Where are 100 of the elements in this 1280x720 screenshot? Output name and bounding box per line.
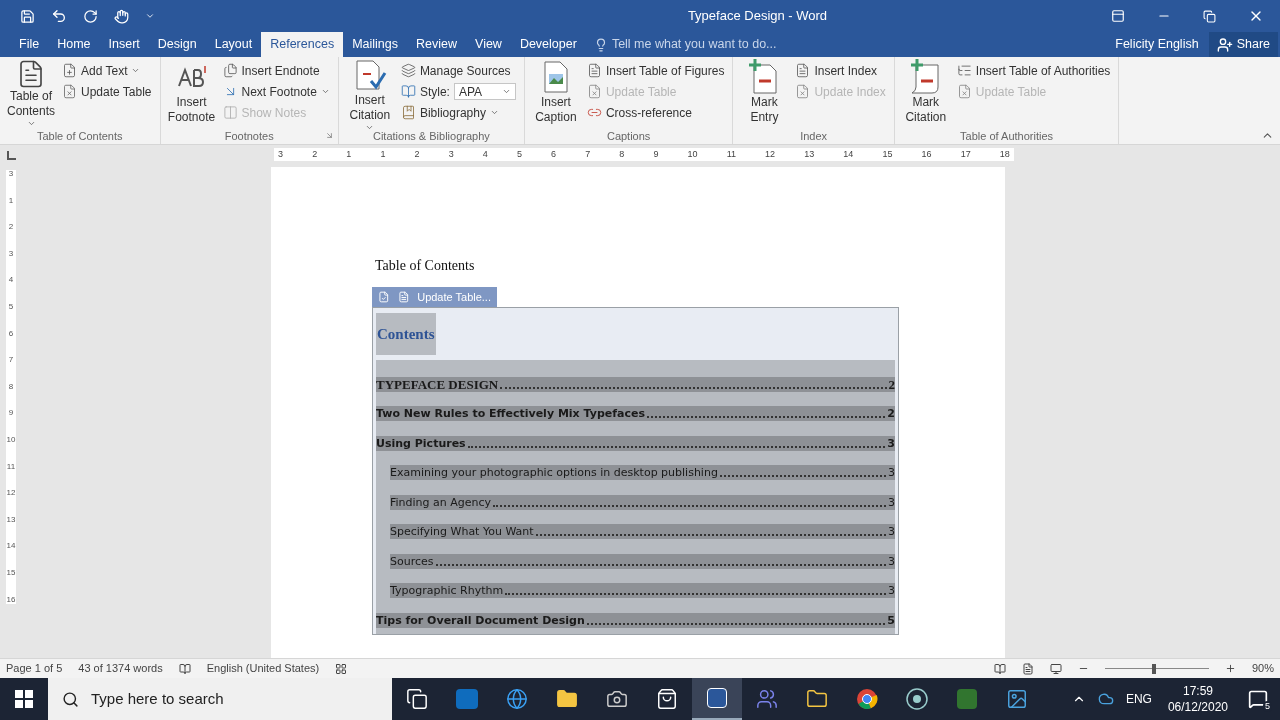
touch-mode-icon[interactable]	[114, 8, 129, 24]
save-icon[interactable]	[20, 8, 35, 24]
ruler-number: 2	[414, 150, 420, 159]
toc-entry-title[interactable]: Using Pictures	[376, 435, 466, 451]
ruler-number: 5	[516, 150, 522, 159]
ruler-number: 1	[8, 196, 14, 205]
toc-entry-title[interactable]: Specifying What You Want	[390, 524, 534, 539]
group-label: Captions	[606, 128, 651, 144]
ribbon-tab[interactable]: Layout	[205, 32, 262, 57]
zoom-thumb[interactable]	[1151, 663, 1156, 674]
restore-icon[interactable]	[1203, 9, 1216, 23]
group-label: Table of Authorities	[960, 128, 1054, 144]
ribbon-button[interactable]: Update Table	[62, 81, 152, 102]
undo-icon[interactable]	[51, 8, 67, 24]
read-mode-icon[interactable]	[993, 662, 1006, 675]
notifications-icon[interactable]	[1248, 689, 1268, 709]
ruler-number: 7	[585, 150, 591, 159]
ribbon-tab[interactable]: Insert	[99, 32, 149, 57]
ribbon-large-button[interactable]: Mark Entry	[737, 59, 792, 128]
document-icon	[397, 291, 410, 303]
ribbon-display-icon[interactable]	[1111, 9, 1125, 23]
user-name[interactable]: Felicity English	[1115, 32, 1199, 57]
toc-page-number: 3	[888, 465, 895, 480]
toc-entry-title[interactable]: Tips for Overall Document Design	[376, 612, 585, 628]
word-count[interactable]: 43 of 1374 words	[78, 660, 163, 677]
ruler-number: 10	[6, 435, 16, 444]
ribbon-tab[interactable]: Design	[148, 32, 206, 57]
ribbon-tab[interactable]: Home	[48, 32, 100, 57]
ruler-number: 11	[6, 462, 16, 471]
taskbar-app[interactable]	[692, 678, 742, 720]
taskbar-search-field[interactable]: Type here to search	[48, 678, 392, 720]
ribbon-button[interactable]: Insert Table of Figures	[586, 60, 725, 81]
ribbon-button[interactable]: Cross-reference	[586, 102, 725, 123]
ruler-number: 15	[882, 150, 893, 159]
zoom-in-icon[interactable]	[1224, 663, 1236, 674]
style-dropdown[interactable]: APA	[453, 83, 516, 100]
toc-entry-title[interactable]: Finding an Agency	[390, 494, 492, 510]
ribbon-button[interactable]: Bibliography	[400, 102, 516, 123]
ribbon-tab[interactable]: View	[466, 32, 511, 57]
tab-selector-icon[interactable]	[6, 151, 16, 160]
toc-control[interactable]	[372, 307, 899, 635]
ruler-number: 15	[6, 568, 16, 577]
clock-time[interactable]: 17:59	[1182, 683, 1213, 699]
toc-page-number: 3	[888, 494, 895, 510]
figures-icon	[586, 63, 602, 78]
input-language[interactable]: ENG	[1125, 690, 1152, 708]
ruler-number: 2	[312, 150, 318, 159]
redo-icon[interactable]	[83, 8, 98, 24]
toc-entry-title[interactable]: Typographic Rhythm	[390, 583, 504, 598]
web-layout-icon[interactable]	[1049, 662, 1062, 675]
clock-date[interactable]: 06/12/2020	[1167, 699, 1228, 715]
ruler-number: 13	[6, 515, 16, 524]
print-layout-icon[interactable]	[1021, 662, 1034, 675]
ribbon-tab[interactable]: References	[261, 32, 344, 57]
person-add-icon	[1216, 36, 1233, 53]
ribbon-button[interactable]: Add Text	[62, 60, 152, 81]
ribbon-large-button[interactable]: Table of Contents	[4, 59, 58, 128]
ribbon-tab[interactable]: File	[10, 32, 49, 57]
ribbon-button[interactable]: Insert Table of Authorities	[956, 60, 1111, 81]
ribbon-button[interactable]: Insert Endnote	[222, 60, 330, 81]
browser-icon	[506, 688, 528, 710]
group-label: Index	[800, 128, 828, 144]
page-count[interactable]: Page 1 of 5	[6, 660, 63, 677]
zoom-slider[interactable]	[1104, 663, 1209, 674]
ribbon-large-button[interactable]: Insert Citation	[342, 59, 397, 128]
ruler-number: 11	[726, 150, 736, 159]
customize-caret-icon[interactable]	[145, 11, 155, 21]
macro-icon[interactable]	[335, 662, 348, 675]
language-status[interactable]: English (United States)	[206, 660, 320, 677]
ruler-number: 5	[8, 302, 14, 311]
start-icon[interactable]	[15, 690, 33, 708]
ribbon-large-button[interactable]: Insert Caption	[528, 59, 583, 128]
ruler-number: 14	[6, 542, 16, 551]
ruler-number: 10	[687, 150, 698, 159]
ruler-number: 4	[8, 276, 14, 285]
ribbon-large-button[interactable]: Insert Footnote	[164, 59, 219, 128]
ribbon-tab[interactable]: Review	[407, 32, 466, 57]
ribbon-button[interactable]: Manage Sources	[400, 60, 516, 81]
tell-me-field[interactable]: Tell me what you want to do...	[611, 35, 832, 54]
ribbon-tab[interactable]: Mailings	[343, 32, 407, 57]
ruler-number: 3	[8, 249, 14, 258]
toc-entry-title[interactable]: Examining your photographic options in desktop publishing	[390, 465, 718, 480]
style-label: Style:	[419, 83, 450, 101]
toc-page-number: 5	[887, 612, 895, 628]
cloud-icon[interactable]	[1097, 691, 1114, 707]
toc-entry-title[interactable]: Sources	[390, 553, 434, 569]
ribbon-tab[interactable]: Developer	[510, 32, 586, 57]
ribbon-button[interactable]: Next Footnote	[222, 81, 330, 102]
dialog-launcher-icon[interactable]	[324, 131, 334, 140]
ribbon-button[interactable]: Insert Index	[795, 60, 886, 81]
ruler-number: 8	[8, 382, 14, 391]
proofing-icon[interactable]	[178, 662, 191, 675]
zoom-percent[interactable]: 90%	[1251, 660, 1274, 677]
toc-entry-title[interactable]: Two New Rules to Effectively Mix Typefaces	[376, 406, 645, 421]
toc-entry-title[interactable]: TYPEFACE DESIGN	[376, 376, 499, 392]
document-heading: Table of Contents	[375, 257, 476, 275]
toc-page-number: 3	[887, 435, 895, 451]
share-button[interactable]: Share	[1208, 32, 1278, 57]
ribbon-large-button[interactable]: Mark Citation	[898, 59, 953, 128]
ruler-number: 12	[765, 150, 776, 159]
